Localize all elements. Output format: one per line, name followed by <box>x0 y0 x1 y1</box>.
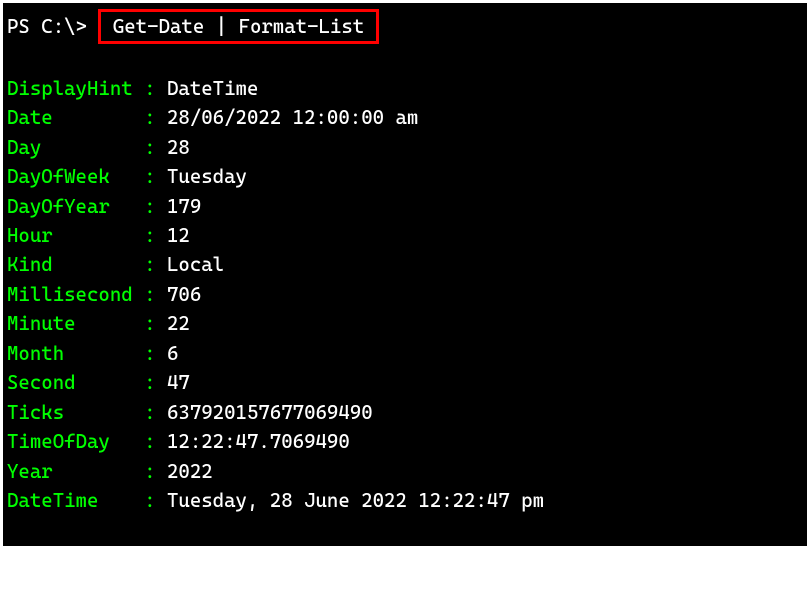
output-property-value: 706 <box>167 280 201 309</box>
output-colon: : <box>144 192 167 221</box>
output-property-name: Kind <box>7 250 144 279</box>
output-colon: : <box>144 339 167 368</box>
output-row: Millisecond : 706 <box>7 280 803 309</box>
output-property-name: Day <box>7 133 144 162</box>
output-row: TimeOfDay : 12:22:47.7069490 <box>7 427 803 456</box>
output-colon: : <box>144 280 167 309</box>
output-property-name: Hour <box>7 221 144 250</box>
output-colon: : <box>144 457 167 486</box>
output-row: DateTime : Tuesday, 28 June 2022 12:22:4… <box>7 486 803 515</box>
command-prompt-line: PS C:\> Get-Date | Format-List <box>7 9 803 44</box>
output-property-name: DateTime <box>7 486 144 515</box>
output-property-value: 12 <box>167 221 190 250</box>
blank-line <box>7 545 803 574</box>
output-property-name: Month <box>7 339 144 368</box>
output-property-name: DayOfWeek <box>7 162 144 191</box>
blank-line <box>7 515 803 544</box>
output-list: DisplayHint : DateTimeDate : 28/06/2022 … <box>7 74 803 516</box>
output-property-value: 2022 <box>167 457 213 486</box>
output-colon: : <box>144 250 167 279</box>
terminal-window[interactable]: PS C:\> Get-Date | Format-List DisplayHi… <box>3 3 807 546</box>
bottom-prompt: PS C:\> <box>7 574 803 603</box>
output-property-name: Millisecond <box>7 280 144 309</box>
output-property-value: 637920157677069490 <box>167 398 373 427</box>
output-row: DayOfYear : 179 <box>7 192 803 221</box>
output-row: Year : 2022 <box>7 457 803 486</box>
output-property-name: TimeOfDay <box>7 427 144 456</box>
output-property-name: DayOfYear <box>7 192 144 221</box>
output-property-name: Ticks <box>7 398 144 427</box>
output-colon: : <box>144 221 167 250</box>
output-property-value: Tuesday <box>167 162 247 191</box>
output-colon: : <box>144 133 167 162</box>
output-property-value: Tuesday, 28 June 2022 12:22:47 pm <box>167 486 544 515</box>
output-colon: : <box>144 309 167 338</box>
output-colon: : <box>144 74 167 103</box>
output-property-name: Second <box>7 368 144 397</box>
output-property-value: 12:22:47.7069490 <box>167 427 350 456</box>
output-colon: : <box>144 103 167 132</box>
output-property-value: DateTime <box>167 74 258 103</box>
output-property-name: DisplayHint <box>7 74 144 103</box>
output-row: DisplayHint : DateTime <box>7 74 803 103</box>
output-property-name: Date <box>7 103 144 132</box>
blank-line <box>7 44 803 73</box>
output-colon: : <box>144 162 167 191</box>
output-row: Minute : 22 <box>7 309 803 338</box>
output-property-value: 22 <box>167 309 190 338</box>
output-property-name: Minute <box>7 309 144 338</box>
output-property-name: Year <box>7 457 144 486</box>
output-row: Hour : 12 <box>7 221 803 250</box>
prompt-prefix: PS C:\> <box>7 12 98 41</box>
output-property-value: 47 <box>167 368 190 397</box>
output-property-value: Local <box>167 250 224 279</box>
command-text: Get-Date | Format-List <box>101 15 375 38</box>
output-row: Month : 6 <box>7 339 803 368</box>
output-colon: : <box>144 398 167 427</box>
output-row: DayOfWeek : Tuesday <box>7 162 803 191</box>
output-colon: : <box>144 368 167 397</box>
output-row: Kind : Local <box>7 250 803 279</box>
command-highlight-box: Get-Date | Format-List <box>98 9 378 44</box>
output-row: Ticks : 637920157677069490 <box>7 398 803 427</box>
output-property-value: 179 <box>167 192 201 221</box>
output-row: Date : 28/06/2022 12:00:00 am <box>7 103 803 132</box>
output-row: Day : 28 <box>7 133 803 162</box>
output-colon: : <box>144 427 167 456</box>
output-property-value: 28/06/2022 12:00:00 am <box>167 103 418 132</box>
output-property-value: 28 <box>167 133 190 162</box>
output-property-value: 6 <box>167 339 178 368</box>
output-row: Second : 47 <box>7 368 803 397</box>
output-colon: : <box>144 486 167 515</box>
